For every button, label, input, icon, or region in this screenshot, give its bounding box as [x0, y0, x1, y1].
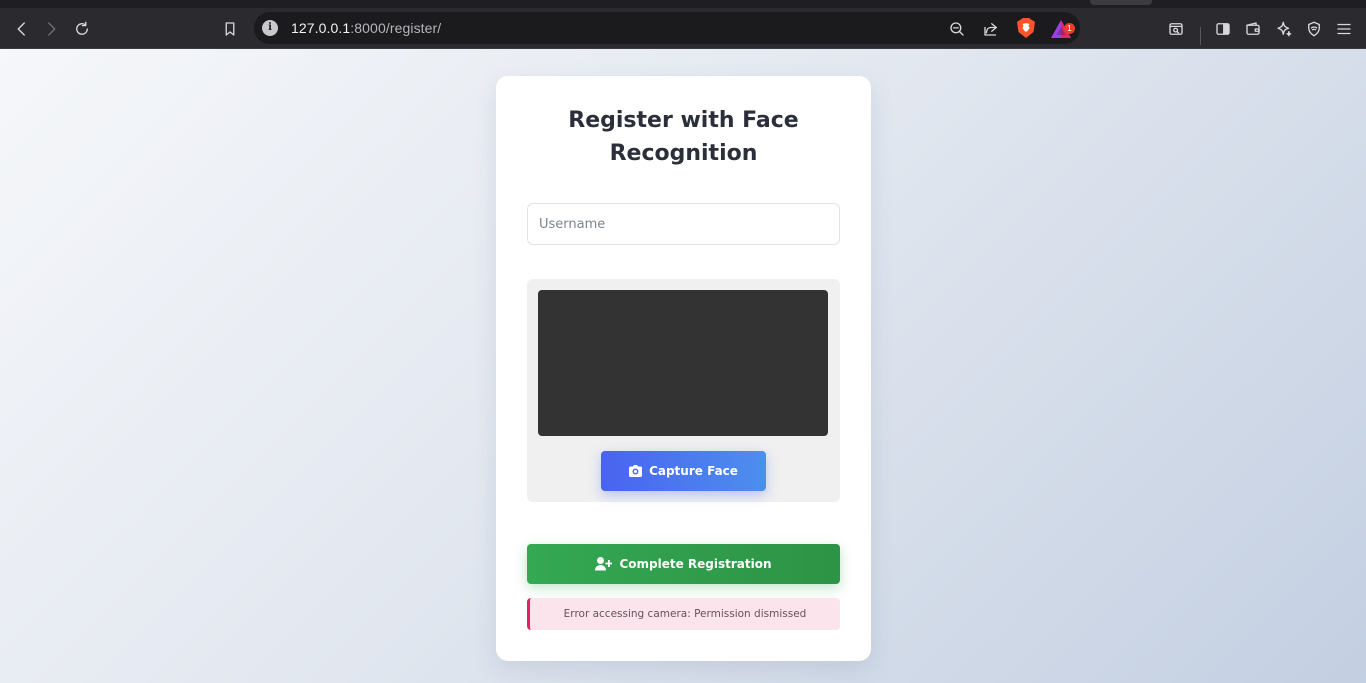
zoom-out-icon[interactable] [946, 18, 968, 40]
menu-icon[interactable] [1331, 16, 1357, 42]
site-info-icon[interactable]: i [262, 20, 278, 36]
complete-registration-label: Complete Registration [619, 557, 772, 571]
active-tab-edge[interactable] [1090, 0, 1152, 5]
page-title: Register with Face Recognition [568, 108, 799, 166]
url-text[interactable]: 127.0.0.1:8000/register/ [291, 20, 441, 36]
username-input[interactable] [527, 203, 840, 245]
toolbar-separator [1200, 27, 1201, 45]
browser-toolbar: i 127.0.0.1:8000/register/ 1 [0, 8, 1366, 49]
user-plus-icon [595, 557, 613, 571]
address-bar[interactable]: i 127.0.0.1:8000/register/ [254, 12, 1080, 44]
register-card: Register with Face Recognition Capture F… [496, 76, 871, 661]
reader-mode-icon[interactable] [1163, 16, 1189, 42]
vpn-icon[interactable] [1301, 16, 1327, 42]
share-icon[interactable] [980, 18, 1002, 40]
tab-strip [0, 0, 1366, 8]
brave-shields-icon[interactable] [1017, 18, 1035, 38]
reload-icon[interactable] [69, 16, 95, 42]
bookmark-icon[interactable] [217, 16, 243, 42]
camera-container: Capture Face [527, 279, 840, 502]
camera-video [538, 290, 828, 436]
error-message: Error accessing camera: Permission dismi… [527, 598, 840, 630]
rewards-badge: 1 [1064, 23, 1075, 34]
camera-icon [629, 465, 643, 477]
url-host: 127.0.0.1 [291, 20, 351, 36]
page-background: Register with Face Recognition Capture F… [0, 49, 1366, 683]
complete-registration-button[interactable]: Complete Registration [527, 544, 840, 584]
capture-face-button[interactable]: Capture Face [601, 451, 766, 491]
back-icon[interactable] [9, 16, 35, 42]
sidebar-icon[interactable] [1210, 16, 1236, 42]
capture-face-label: Capture Face [649, 464, 738, 478]
url-path: :8000/register/ [350, 20, 442, 36]
leo-ai-icon[interactable] [1271, 16, 1297, 42]
forward-icon[interactable] [38, 16, 64, 42]
wallet-icon[interactable] [1240, 16, 1266, 42]
